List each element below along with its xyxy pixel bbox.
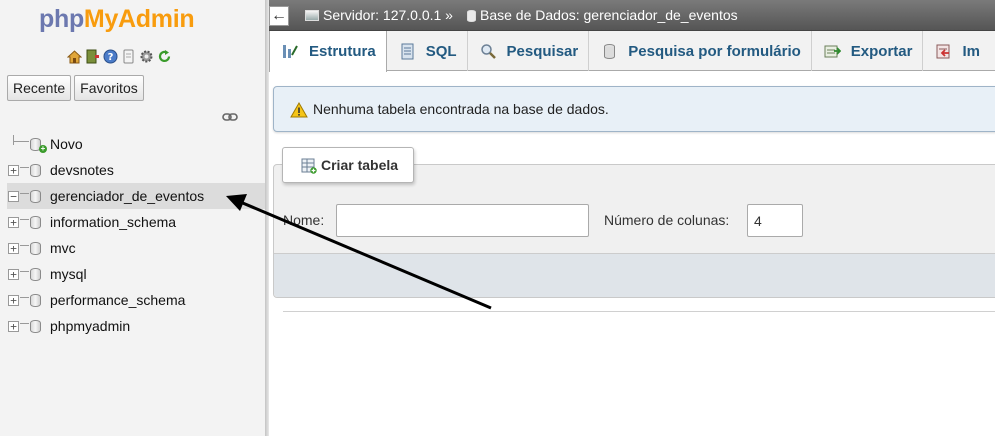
new-table-icon <box>301 158 317 177</box>
exit-icon[interactable] <box>85 49 100 64</box>
query-icon <box>601 43 618 60</box>
export-icon <box>824 43 841 60</box>
breadcrumb-server[interactable]: Servidor: 127.0.0.1 » <box>305 7 453 23</box>
expand-icon[interactable]: + <box>8 294 19 306</box>
tree-connector <box>20 219 29 220</box>
tree-connector <box>20 245 29 246</box>
expand-icon[interactable]: + <box>8 320 19 332</box>
help-icon[interactable]: ? <box>103 49 118 64</box>
breadcrumb-database-label: Base de Dados: gerenciador_de_eventos <box>480 7 738 23</box>
database-icon <box>467 10 476 22</box>
navigation-icons: ? <box>67 49 172 64</box>
tab-label: SQL <box>425 42 457 60</box>
logo-text-myadmin: MyAdmin <box>83 5 195 33</box>
recent-button[interactable]: Recente <box>7 75 72 101</box>
tree-item-label[interactable]: mvc <box>50 240 76 256</box>
tree-item-new[interactable]: + Novo <box>7 131 265 157</box>
expand-icon[interactable]: + <box>8 268 19 280</box>
gear-icon[interactable] <box>139 49 154 64</box>
tree-item-label[interactable]: devsnotes <box>50 162 114 178</box>
tree-connector <box>20 297 29 298</box>
create-table-footer <box>274 253 995 297</box>
tree-item-label[interactable]: Novo <box>50 136 83 152</box>
tab-label: Pesquisa por formulário <box>628 42 801 60</box>
collapse-icon[interactable]: − <box>8 190 19 202</box>
database-icon <box>30 293 41 307</box>
create-table-legend: Criar tabela <box>282 147 414 183</box>
tab-sql[interactable]: SQL <box>387 31 468 71</box>
tree-item-db[interactable]: + information_schema <box>7 209 265 235</box>
tab-label: Im <box>962 42 980 60</box>
tab-structure[interactable]: Estrutura <box>269 31 387 72</box>
expand-icon[interactable]: + <box>8 164 19 176</box>
logo-text-php: php <box>39 5 84 33</box>
reload-icon[interactable] <box>157 49 172 64</box>
server-icon <box>305 10 319 21</box>
notice-text: Nenhuma tabela encontrada na base de dad… <box>313 101 609 117</box>
tree-item-db-selected[interactable]: − gerenciador_de_eventos <box>7 183 265 209</box>
main-tabs: Estrutura SQL Pesquisar Pesquisa por for… <box>269 31 995 72</box>
phpmyadmin-logo[interactable]: phpMyAdmin <box>39 5 195 34</box>
create-table-title: Criar tabela <box>321 157 399 173</box>
import-icon <box>935 43 952 60</box>
expand-icon[interactable]: + <box>8 242 19 254</box>
table-name-label: Nome: <box>283 212 325 228</box>
tab-query[interactable]: Pesquisa por formulário <box>589 31 812 71</box>
tree-item-db[interactable]: + performance_schema <box>7 287 265 313</box>
database-icon <box>30 189 41 203</box>
database-icon <box>30 215 41 229</box>
tree-connector <box>20 323 29 324</box>
tree-item-label[interactable]: gerenciador_de_eventos <box>50 188 204 204</box>
database-icon <box>30 267 41 281</box>
search-icon <box>480 43 497 60</box>
tree-connector <box>20 167 29 168</box>
tab-search[interactable]: Pesquisar <box>468 31 590 71</box>
content-divider <box>283 311 995 312</box>
tree-connector <box>20 271 29 272</box>
back-arrow-icon[interactable]: ← <box>269 6 289 26</box>
tree-item-label[interactable]: information_schema <box>50 214 176 230</box>
notice-message-box: Nenhuma tabela encontrada na base de dad… <box>273 86 995 132</box>
tree-item-db[interactable]: + mysql <box>7 261 265 287</box>
columns-count-input[interactable] <box>747 204 803 237</box>
warning-icon <box>290 101 308 121</box>
database-icon <box>30 319 41 333</box>
table-name-input[interactable] <box>336 204 589 237</box>
tab-export[interactable]: Exportar <box>812 31 924 71</box>
database-tree: + Novo + devsnotes − gerenciador_de_even… <box>7 131 265 339</box>
tree-item-db[interactable]: + phpmyadmin <box>7 313 265 339</box>
tree-item-label[interactable]: mysql <box>50 266 87 282</box>
link-with-main-panel-icon[interactable] <box>222 109 238 125</box>
navigation-panel: phpMyAdmin ? Recente Favoritos + Novo + … <box>0 0 265 436</box>
database-icon <box>30 241 41 255</box>
svg-text:?: ? <box>108 52 114 63</box>
tab-label: Estrutura <box>309 43 376 60</box>
tab-label: Exportar <box>850 42 913 60</box>
tree-item-db[interactable]: + mvc <box>7 235 265 261</box>
tree-item-label[interactable]: phpmyadmin <box>50 318 130 334</box>
tab-import[interactable]: Im <box>923 31 990 71</box>
tab-label: Pesquisar <box>506 42 579 60</box>
recent-favorites-tabs: Recente Favoritos <box>7 75 144 101</box>
breadcrumb-bar: ← Servidor: 127.0.0.1 » Base de Dados: g… <box>269 0 995 31</box>
sql-icon <box>399 43 416 60</box>
tree-item-db[interactable]: + devsnotes <box>7 157 265 183</box>
tree-connector <box>13 135 14 145</box>
columns-count-label: Número de colunas: <box>604 212 730 228</box>
breadcrumb-database[interactable]: Base de Dados: gerenciador_de_eventos <box>467 7 738 23</box>
favorites-button[interactable]: Favoritos <box>74 75 144 101</box>
tree-item-label[interactable]: performance_schema <box>50 292 185 308</box>
structure-icon <box>282 43 299 60</box>
new-badge-icon: + <box>39 144 47 153</box>
tree-connector <box>20 193 29 194</box>
tree-connector <box>13 141 29 142</box>
expand-icon[interactable]: + <box>8 216 19 228</box>
home-icon[interactable] <box>67 49 82 64</box>
breadcrumb-server-label: Servidor: 127.0.0.1 » <box>323 7 453 23</box>
database-icon <box>30 163 41 177</box>
docs-icon[interactable] <box>121 49 136 64</box>
